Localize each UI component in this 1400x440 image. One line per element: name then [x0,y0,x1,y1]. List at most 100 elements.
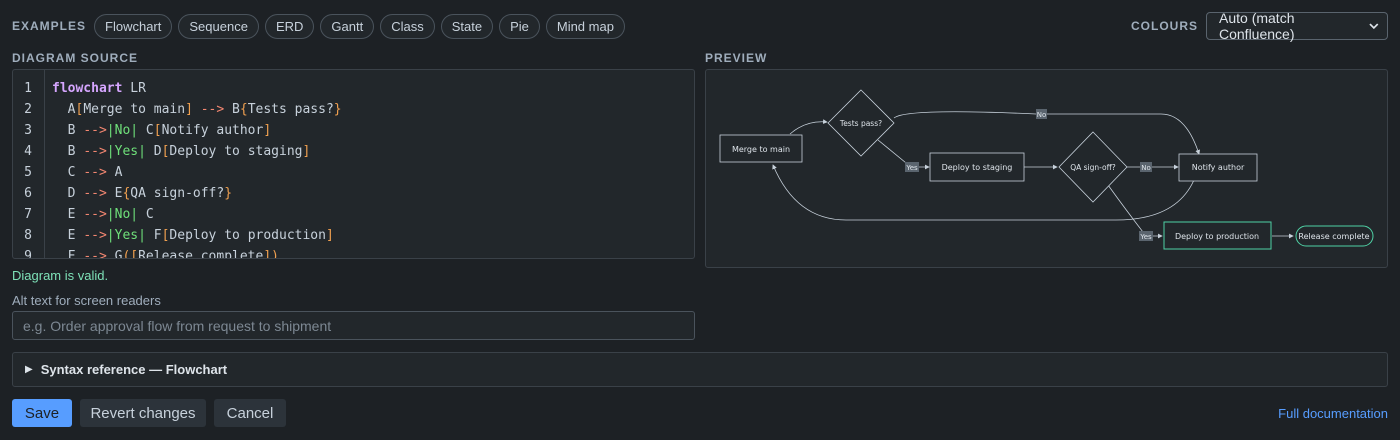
line-number: 2 [24,102,32,117]
colours-control: COLOURS Auto (match Confluence) [1131,10,1388,42]
code-token: QA sign-off? [130,186,225,201]
chip-flowchart[interactable]: Flowchart [94,13,173,39]
code-token: LR [122,81,146,96]
line-number: 4 [24,144,32,159]
chip-mind-map[interactable]: Mind map [545,13,625,39]
code-token: { [239,102,248,117]
edge-label-no-top: No [1036,109,1047,119]
code-token: ([ [122,249,139,259]
code-token: G [106,249,123,259]
colours-label: COLOURS [1131,19,1198,33]
code-token: ] [185,102,193,117]
line-number: 8 [24,228,32,243]
example-chips: Flowchart Sequence ERD Gantt Class State… [94,13,625,39]
diagram-source-label: DIAGRAM SOURCE [12,51,139,65]
alt-text-label: Alt text for screen readers [12,293,161,308]
line-number-gutter: 1 2 3 4 5 6 7 8 9 [13,70,45,258]
edge-tests-staging [877,139,930,170]
node-qa-label: QA sign-off? [1070,163,1116,172]
code-token: --> [83,144,107,159]
code-token: Release complete [138,249,264,259]
diagram-preview: Merge to main Tests pass? Deploy to stag… [705,69,1388,268]
edge-label-no-qa-text: No [1141,164,1151,172]
preview-label: PREVIEW [705,51,768,65]
code-line: flowchart LR [52,81,146,96]
line-number: 1 [24,81,32,96]
code-token: --> [83,123,107,138]
line-number: 5 [24,165,32,180]
code-token: B [52,123,84,138]
code-token: F [145,228,162,243]
node-merge: Merge to main [719,134,803,163]
code-token: |Yes| [106,144,146,159]
alt-text-input[interactable] [12,311,695,340]
edge-label-yes-staging: Yes [905,162,919,172]
line-number: 6 [24,186,32,201]
code-token: Merge to main [83,102,186,117]
code-token: B [52,144,84,159]
syntax-reference-label: Syntax reference — Flowchart [40,362,228,377]
revert-changes-button[interactable]: Revert changes [80,399,206,427]
edge-label-yes-staging-text: Yes [905,164,918,172]
code-token: E [106,186,123,201]
code-token: ] [302,144,311,159]
code-token: --> [83,207,107,222]
line-number: 3 [24,123,32,138]
code-line: E -->|Yes| F[Deploy to production] [52,228,334,243]
code-token: ]) [263,249,279,259]
code-editor[interactable]: 1 2 3 4 5 6 7 8 9 flowchart LR A[Merge to main] … [12,69,695,259]
edge-qa-production [1107,184,1163,239]
code-token: D [52,186,84,201]
chip-gantt[interactable]: Gantt [320,13,375,39]
edge-label-no-top-text: No [1037,111,1047,119]
colours-selected-value: Auto (match Confluence) [1219,10,1295,42]
code-token: E [52,207,84,222]
code-token: |Yes| [106,228,146,243]
examples-label: EXAMPLES [12,19,87,33]
code-token: Deploy to production [169,228,326,243]
chip-state[interactable]: State [440,13,494,39]
chip-sequence[interactable]: Sequence [178,13,259,39]
cancel-button[interactable]: Cancel [214,399,286,427]
chip-pie[interactable]: Pie [499,13,540,39]
code-line: B -->|Yes| D[Deploy to staging] [52,144,311,159]
validation-status: Diagram is valid. [12,268,109,283]
code-token: A [106,165,123,180]
code-token: ] [263,123,272,138]
code-token: flowchart [52,81,123,96]
code-line: C --> A [52,165,123,180]
node-release: Release complete [1295,225,1374,247]
chevron-down-icon [1369,23,1379,30]
code-token: ] [325,228,334,243]
code-token: --> [83,249,107,259]
code-token: C [138,207,154,222]
code-token: --> [200,102,225,117]
chip-erd[interactable]: ERD [264,13,315,39]
save-button[interactable]: Save [12,399,72,427]
edge-label-yes-prod: Yes [1139,231,1153,241]
examples-bar: EXAMPLES Flowchart Sequence ERD Gantt Cl… [12,10,1388,42]
chip-class[interactable]: Class [380,13,435,39]
code-token: } [333,102,342,117]
code-token: |No| [106,123,139,138]
edge-label-no-qa: No [1140,162,1152,172]
edge-merge-tests [789,119,828,135]
line-number: 9 [24,249,32,259]
code-line: E -->|No| C [52,207,154,222]
code-token: C [138,123,154,138]
code-token: F [52,249,84,259]
syntax-reference-toggle[interactable]: ▶ Syntax reference — Flowchart [12,352,1388,387]
edge-label-yes-prod-text: Yes [1139,233,1152,241]
code-token: Deploy to staging [169,144,303,159]
code-token: --> [83,228,107,243]
node-release-label: Release complete [1298,232,1369,241]
node-tests-label: Tests pass? [839,119,882,128]
code-line: F --> G([Release complete]) [52,249,279,259]
code-line: D --> E{QA sign-off?} [52,186,232,201]
full-documentation-link[interactable]: Full documentation [1278,406,1388,421]
code-line: A[Merge to main] --> B{Tests pass?} [52,102,342,117]
node-tests: Tests pass? [827,89,895,157]
colours-select[interactable]: Auto (match Confluence) [1206,10,1388,42]
code-token: B [224,102,240,117]
